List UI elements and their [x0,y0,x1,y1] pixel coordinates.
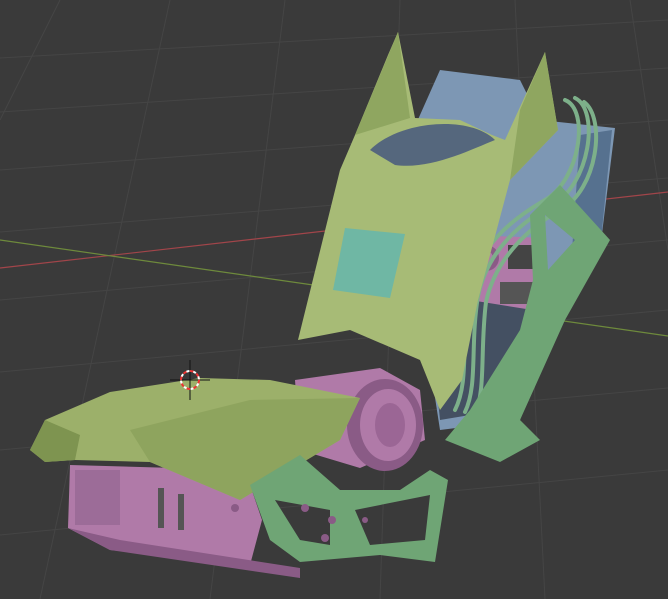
viewport-canvas[interactable] [0,0,668,599]
3d-viewport[interactable] [0,0,668,599]
front-frame[interactable] [250,455,448,562]
